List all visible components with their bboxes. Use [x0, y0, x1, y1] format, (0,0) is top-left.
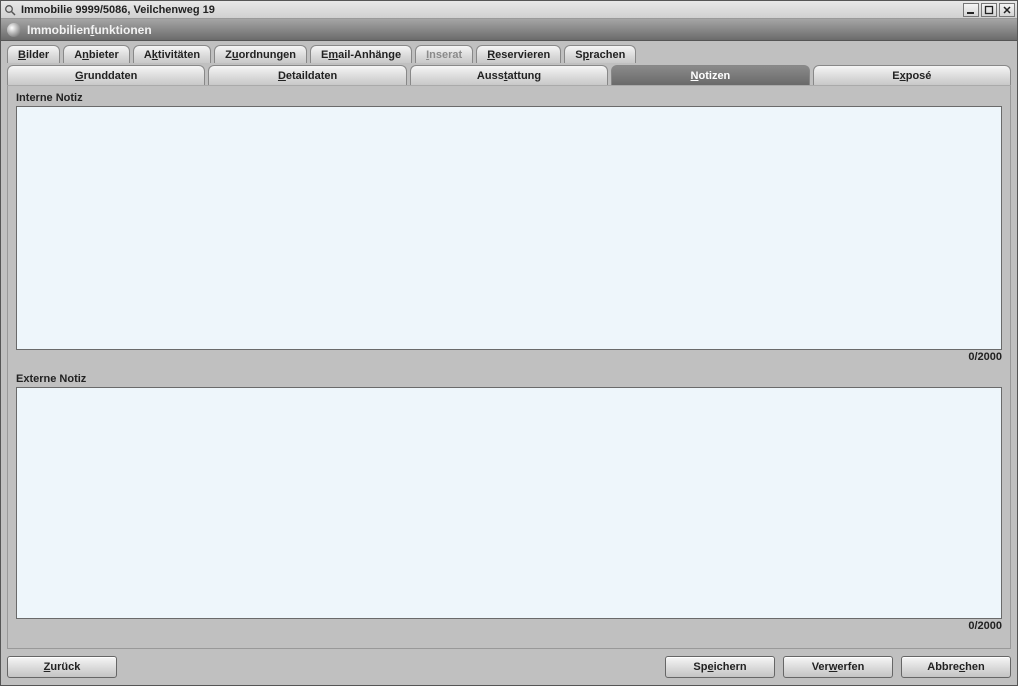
- function-bar[interactable]: Immobilienfunktionen: [1, 19, 1017, 41]
- close-button[interactable]: [999, 3, 1015, 17]
- tab-grunddaten[interactable]: Grunddaten: [7, 65, 205, 85]
- discard-button[interactable]: Verwerfen: [783, 656, 893, 678]
- app-window: Immobilie 9999/5086, Veilchenweg 19 Immo…: [0, 0, 1018, 686]
- save-button[interactable]: Speichern: [665, 656, 775, 678]
- internal-note-textarea[interactable]: [16, 106, 1002, 350]
- back-button[interactable]: Zurück: [7, 656, 117, 678]
- tab-anbieter[interactable]: Anbieter: [63, 45, 130, 63]
- tab-row-upper: BilderAnbieterAktivitätenZuordnungenEmai…: [7, 45, 1011, 63]
- button-bar: Zurück Speichern Verwerfen Abbrechen: [1, 655, 1017, 685]
- content-panel: Interne Notiz 0/2000 Externe Notiz 0/200…: [7, 85, 1011, 649]
- magnifier-icon: [3, 3, 17, 17]
- internal-note-label: Interne Notiz: [16, 92, 1002, 104]
- tab-email-anhaenge[interactable]: Email-Anhänge: [310, 45, 412, 63]
- maximize-button[interactable]: [981, 3, 997, 17]
- tab-zuordnungen[interactable]: Zuordnungen: [214, 45, 307, 63]
- titlebar: Immobilie 9999/5086, Veilchenweg 19: [1, 1, 1017, 19]
- external-note-label: Externe Notiz: [16, 373, 1002, 385]
- external-note-block: Externe Notiz 0/2000: [16, 373, 1002, 632]
- tab-reservieren[interactable]: Reservieren: [476, 45, 561, 63]
- sphere-icon: [7, 23, 21, 37]
- tab-notizen[interactable]: Notizen: [611, 65, 809, 85]
- external-note-counter: 0/2000: [16, 620, 1002, 632]
- tab-expose[interactable]: Exposé: [813, 65, 1011, 85]
- minimize-button[interactable]: [963, 3, 979, 17]
- tab-bilder[interactable]: Bilder: [7, 45, 60, 63]
- tab-aktivitaeten[interactable]: Aktivitäten: [133, 45, 211, 63]
- cancel-button[interactable]: Abbrechen: [901, 656, 1011, 678]
- external-note-textarea[interactable]: [16, 387, 1002, 619]
- function-bar-label: Immobilienfunktionen: [27, 23, 152, 37]
- window-controls: [963, 3, 1015, 17]
- tab-ausstattung[interactable]: Ausstattung: [410, 65, 608, 85]
- internal-note-block: Interne Notiz 0/2000: [16, 92, 1002, 363]
- tab-sprachen[interactable]: Sprachen: [564, 45, 636, 63]
- tab-row-lower: GrunddatenDetaildatenAusstattungNotizenE…: [7, 65, 1011, 85]
- window-title: Immobilie 9999/5086, Veilchenweg 19: [21, 4, 215, 16]
- internal-note-counter: 0/2000: [16, 351, 1002, 363]
- tab-detaildaten[interactable]: Detaildaten: [208, 65, 406, 85]
- tab-area: BilderAnbieterAktivitätenZuordnungenEmai…: [1, 41, 1017, 85]
- tab-inserat[interactable]: Inserat: [415, 45, 473, 63]
